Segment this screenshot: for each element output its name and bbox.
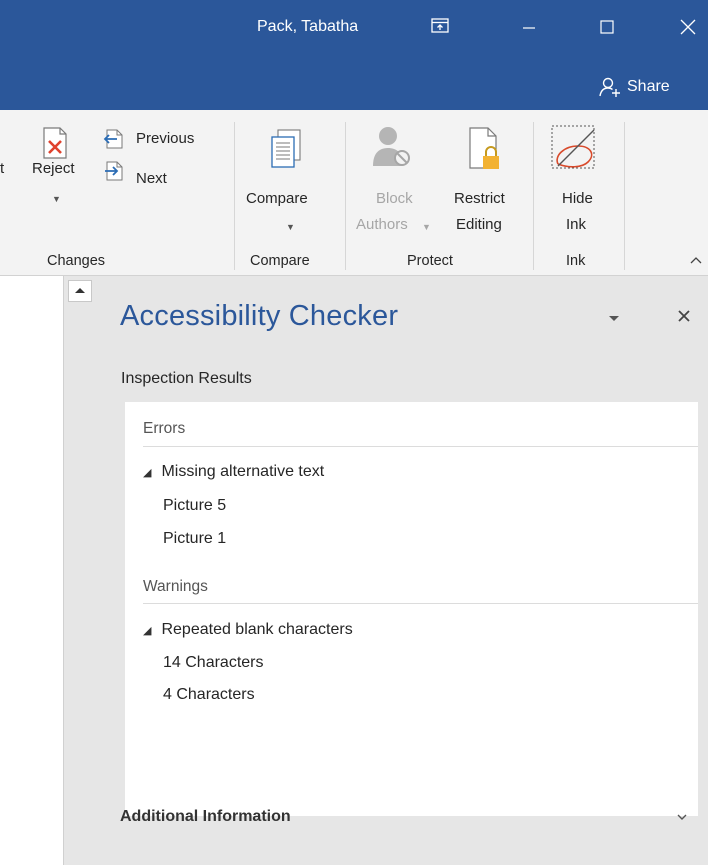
issue-item-picture-5[interactable]: Picture 5 (163, 497, 226, 515)
group-separator (533, 122, 534, 270)
issue-group-repeated-blank-characters[interactable]: ◢ Repeated blank characters (143, 621, 353, 639)
section-divider (143, 446, 698, 447)
restrict-label-line2[interactable]: Editing (456, 216, 502, 233)
previous-change-icon (103, 129, 123, 149)
ribbon-display-options-icon (431, 18, 449, 33)
chevron-down-icon (677, 814, 687, 820)
block-label-line2[interactable]: Authors (356, 216, 408, 233)
inspection-results-list[interactable]: Errors ◢ Missing alternative text Pictur… (125, 402, 698, 816)
restrict-editing-button[interactable] (466, 126, 504, 172)
vertical-scrollbar[interactable] (64, 276, 97, 865)
errors-section-header: Errors (143, 420, 186, 437)
signed-in-user-name[interactable]: Pack, Tabatha (257, 18, 358, 36)
additional-information-label: Additional Information (120, 808, 291, 825)
previous-change-button[interactable] (102, 128, 124, 150)
document-page-edge[interactable] (0, 276, 64, 865)
pane-close-button[interactable] (672, 304, 696, 328)
share-person-icon (599, 77, 620, 97)
ink-group-label: Ink (566, 253, 586, 269)
protect-group-label: Protect (407, 253, 453, 269)
group-separator (345, 122, 346, 270)
scroll-up-button[interactable] (68, 280, 92, 302)
additional-information-toggle[interactable]: Additional Information (120, 804, 700, 830)
share-button[interactable]: Share (598, 74, 670, 100)
block-authors-button[interactable] (370, 124, 414, 170)
group-separator (624, 122, 625, 270)
collapse-triangle-icon[interactable]: ◢ (143, 466, 151, 479)
issue-item-14-characters[interactable]: 14 Characters (163, 654, 264, 672)
maximize-icon (600, 20, 614, 34)
issue-item-4-characters[interactable]: 4 Characters (163, 686, 255, 704)
title-bar: Pack, Tabatha Share (0, 0, 708, 110)
review-ribbon: t Reject ▼ Previous Next Changes Compare… (0, 110, 708, 276)
compare-label[interactable]: Compare (246, 190, 308, 207)
hide-ink-label-line2[interactable]: Ink (566, 216, 586, 233)
close-icon (678, 310, 690, 322)
hide-ink-icon (551, 125, 595, 169)
ribbon-display-options-button[interactable] (429, 15, 451, 37)
next-change-icon (105, 161, 123, 181)
pane-options-button[interactable] (604, 310, 624, 326)
accept-button-partial[interactable]: t (0, 160, 4, 177)
compare-documents-icon (271, 129, 301, 168)
inspection-results-heading: Inspection Results (121, 370, 252, 387)
close-window-button[interactable] (673, 12, 703, 42)
collapse-ribbon-button[interactable] (686, 250, 706, 270)
share-label: Share (627, 78, 670, 95)
hide-ink-button[interactable] (550, 124, 600, 172)
reject-button[interactable] (38, 126, 72, 160)
issue-group-missing-alt-text[interactable]: ◢ Missing alternative text (143, 463, 324, 481)
issue-group-label: Missing alternative text (161, 463, 325, 480)
reject-change-icon (43, 127, 67, 159)
issue-group-label: Repeated blank characters (161, 621, 353, 638)
reject-dropdown-arrow[interactable]: ▼ (52, 194, 61, 204)
compare-button[interactable] (268, 128, 304, 170)
next-label[interactable]: Next (136, 170, 167, 187)
close-icon (680, 19, 696, 35)
block-authors-dropdown-arrow[interactable]: ▼ (422, 222, 431, 232)
maximize-button[interactable] (592, 12, 622, 42)
restrict-label-line1[interactable]: Restrict (454, 190, 505, 207)
collapse-triangle-icon[interactable]: ◢ (143, 624, 151, 637)
compare-group-label: Compare (250, 253, 310, 269)
hide-ink-label-line1[interactable]: Hide (562, 190, 593, 207)
changes-group-label: Changes (47, 253, 106, 269)
block-label-line1[interactable]: Block (376, 190, 413, 207)
previous-label[interactable]: Previous (136, 130, 194, 147)
group-separator (234, 122, 235, 270)
reject-label[interactable]: Reject (32, 160, 75, 177)
warnings-section-header: Warnings (143, 578, 208, 595)
pane-title: Accessibility Checker (120, 300, 399, 332)
minimize-icon (523, 27, 535, 29)
next-change-button[interactable] (102, 160, 124, 182)
scroll-up-arrow-icon (75, 288, 85, 293)
issue-item-picture-1[interactable]: Picture 1 (163, 530, 226, 548)
chevron-up-icon (690, 257, 702, 264)
restrict-editing-icon (469, 127, 499, 169)
pane-options-dropdown-icon (609, 316, 619, 321)
minimize-button[interactable] (514, 12, 544, 42)
compare-dropdown-arrow[interactable]: ▼ (286, 222, 295, 232)
block-authors-icon (373, 127, 410, 166)
section-divider (143, 603, 698, 604)
accessibility-checker-pane: Accessibility Checker Inspection Results… (108, 276, 708, 865)
